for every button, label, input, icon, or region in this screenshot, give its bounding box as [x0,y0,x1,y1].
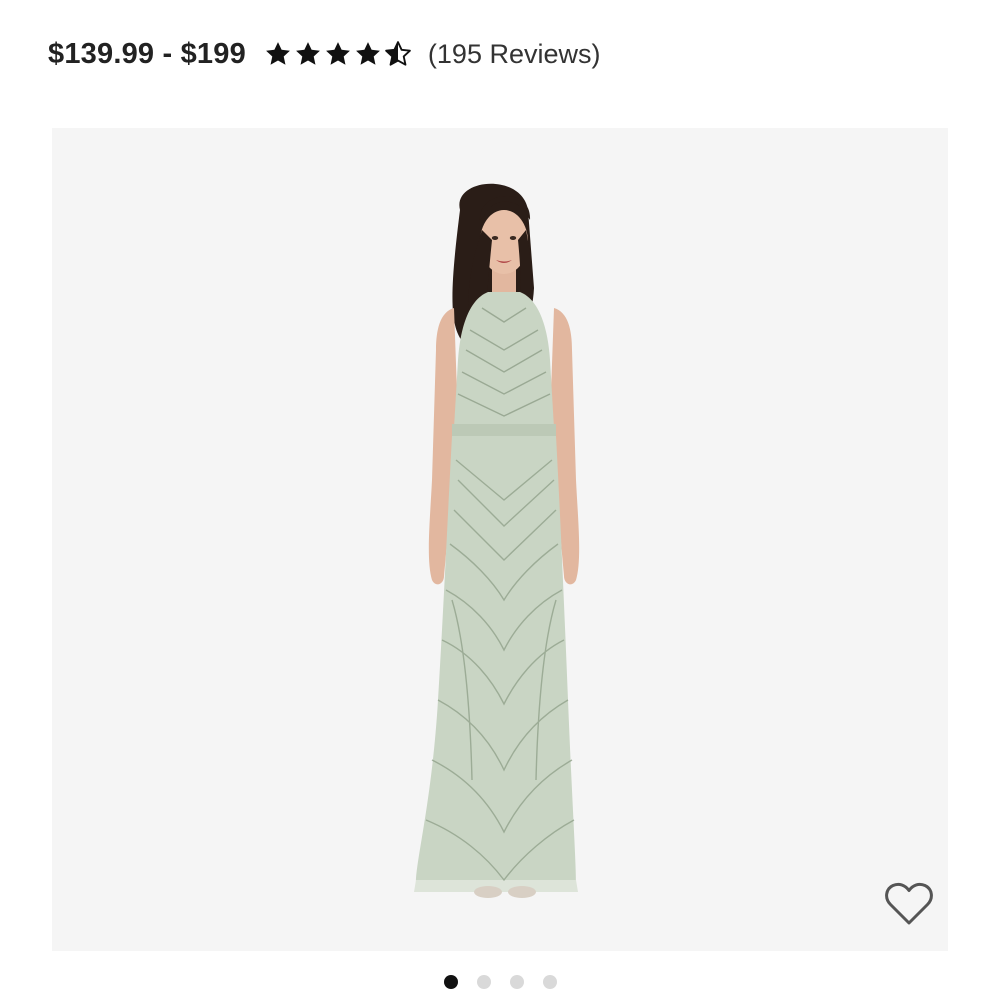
star-full-icon [296,42,320,65]
reviews-link[interactable]: (195 Reviews) [428,39,601,70]
carousel-dot[interactable] [476,975,491,989]
product-header: $139.99 - $199 (195 Reviews) [48,30,600,78]
carousel-dot[interactable] [509,975,524,989]
carousel-dot[interactable] [542,975,557,989]
model-in-beaded-sage-gown [414,183,580,898]
star-full-icon [356,42,380,65]
price-range: $139.99 - $199 [48,37,246,70]
heart-outline-icon [885,882,933,925]
product-image[interactable] [52,128,948,951]
favorite-button[interactable] [882,879,936,929]
star-full-icon [326,42,350,65]
carousel-dot[interactable] [443,975,458,989]
carousel-pagination [0,975,1000,989]
star-full-icon [266,42,290,65]
star-half-icon [385,41,411,66]
star-rating[interactable] [264,40,412,68]
